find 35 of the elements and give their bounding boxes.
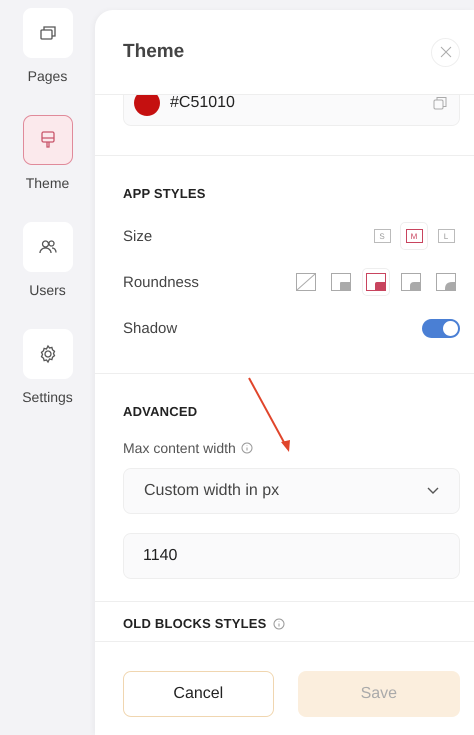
close-icon xyxy=(440,46,452,58)
size-label: Size xyxy=(123,228,152,244)
info-icon[interactable] xyxy=(240,442,253,454)
panel-title: Theme xyxy=(123,41,184,63)
size-option[interactable]: M xyxy=(400,222,428,250)
width-mode-select[interactable]: Custom width in px xyxy=(123,468,460,514)
sidebar-label: Users xyxy=(29,282,66,298)
sidebar-label: Theme xyxy=(26,175,70,191)
info-icon[interactable] xyxy=(272,618,285,630)
sidebar-tile[interactable] xyxy=(22,115,72,165)
shadow-toggle[interactable] xyxy=(422,318,460,338)
section-heading: OLD BLOCKS STYLES xyxy=(123,616,267,631)
color-value: #C51010 xyxy=(170,95,236,112)
sidebar-tile[interactable] xyxy=(22,222,72,272)
color-field[interactable]: #C51010 xyxy=(123,95,460,126)
corner-icon xyxy=(436,273,456,291)
close-button[interactable] xyxy=(431,38,460,66)
sidebar-label: Settings xyxy=(22,389,73,405)
sidebar-tile[interactable] xyxy=(22,329,72,379)
shadow-label: Shadow xyxy=(123,320,178,336)
corner-icon xyxy=(401,273,421,291)
section-heading: ADVANCED xyxy=(123,404,198,419)
sidebar-label: Pages xyxy=(28,68,68,84)
section-heading: APP STYLES xyxy=(123,186,207,201)
corner-icon xyxy=(331,273,351,291)
sidebar-tile[interactable] xyxy=(22,8,72,58)
cancel-button[interactable]: Cancel xyxy=(123,671,274,717)
field-label: Max content width xyxy=(123,440,236,456)
roundness-label: Roundness xyxy=(123,274,199,290)
copy-icon[interactable] xyxy=(433,96,447,110)
width-input[interactable]: 1140 xyxy=(123,533,460,579)
roundness-option[interactable] xyxy=(362,268,390,296)
corner-icon xyxy=(296,273,316,291)
chevron-down-icon xyxy=(427,487,439,495)
corner-icon xyxy=(366,273,386,291)
